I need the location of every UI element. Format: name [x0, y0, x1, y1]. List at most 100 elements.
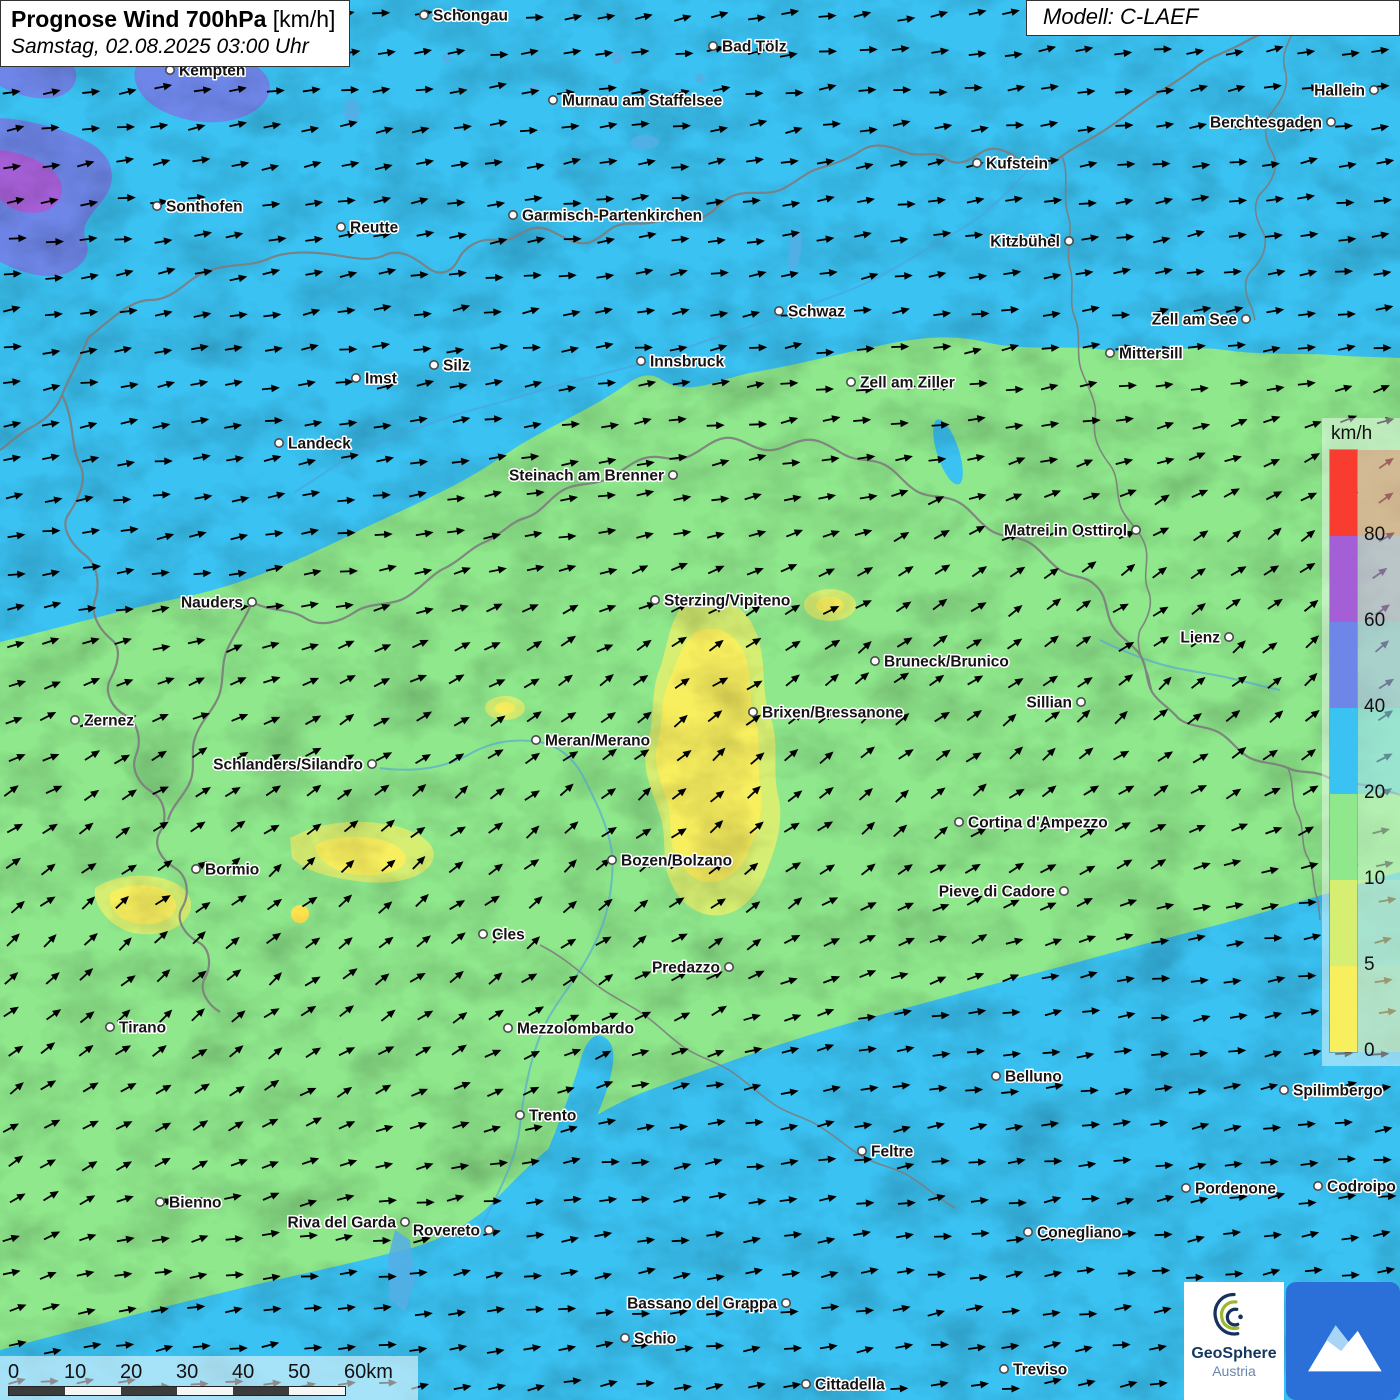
- city-label: Zell am Ziller: [860, 375, 955, 392]
- scale-label: 60km: [344, 1361, 400, 1384]
- city-label: Schio: [634, 1331, 676, 1348]
- city-marker: [973, 159, 981, 167]
- city-marker: [1280, 1086, 1288, 1094]
- city-marker: [479, 930, 487, 938]
- city-label: Trento: [529, 1108, 576, 1125]
- model-label: Modell: C-LAEF: [1026, 0, 1400, 36]
- city-marker: [192, 865, 200, 873]
- city-label: Bozen/Bolzano: [621, 853, 732, 870]
- city-marker: [1132, 526, 1140, 534]
- city-marker: [516, 1111, 524, 1119]
- city-marker: [608, 856, 616, 864]
- city-label: Treviso: [1013, 1362, 1067, 1379]
- city-marker: [504, 1024, 512, 1032]
- city-marker: [337, 223, 345, 231]
- city-marker: [1225, 633, 1233, 641]
- weather-map: SchongauBad TölzKemptenMurnau am Staffel…: [0, 0, 1400, 1400]
- legend-band: [1330, 536, 1357, 622]
- city-label: Imst: [365, 371, 397, 388]
- page-title: Prognose Wind 700hPa [km/h]: [11, 6, 335, 33]
- city-label: Codroipo: [1327, 1179, 1396, 1196]
- city-marker: [485, 1226, 493, 1234]
- city-marker: [637, 357, 645, 365]
- scale-bar-segments: [8, 1386, 346, 1396]
- city-label: Schlanders/Silandro: [213, 757, 363, 774]
- legend-band: [1330, 450, 1357, 536]
- city-marker: [71, 716, 79, 724]
- city-marker: [1065, 237, 1073, 245]
- scale-label: 40: [232, 1361, 288, 1384]
- mountain-logo: [1286, 1282, 1400, 1400]
- city-label: Silz: [443, 358, 470, 375]
- city-label: Sonthofen: [166, 199, 243, 216]
- legend-tick: 40: [1364, 696, 1385, 718]
- city-marker: [1024, 1228, 1032, 1236]
- city-label: Mezzolombardo: [517, 1021, 634, 1038]
- title-text: Prognose Wind 700hPa: [11, 6, 266, 32]
- scale-bar: 0102030405060km: [0, 1356, 418, 1400]
- legend-tick: 80: [1364, 524, 1385, 546]
- city-marker: [669, 471, 677, 479]
- city-label: Cles: [492, 927, 525, 944]
- city-label: Mittersill: [1119, 346, 1183, 363]
- city-label: Pieve di Cadore: [939, 884, 1056, 901]
- legend-band: [1330, 794, 1357, 880]
- city-marker: [420, 11, 428, 19]
- city-marker: [725, 963, 733, 971]
- city-label: Schwaz: [788, 304, 845, 321]
- scale-label: 0: [8, 1361, 64, 1384]
- legend-tick: 5: [1364, 954, 1375, 976]
- scale-label: 30: [176, 1361, 232, 1384]
- title-unit: [km/h]: [273, 6, 336, 32]
- legend-title: km/h: [1331, 423, 1372, 445]
- branding: GeoSphere Austria: [1184, 1282, 1400, 1400]
- city-marker: [709, 42, 717, 50]
- city-marker: [549, 96, 557, 104]
- city-label: Nauders: [181, 595, 243, 612]
- city-marker: [621, 1334, 629, 1342]
- geosphere-logo: GeoSphere Austria: [1184, 1282, 1284, 1400]
- city-marker: [1314, 1182, 1322, 1190]
- brand-country: Austria: [1212, 1363, 1256, 1380]
- city-marker: [955, 818, 963, 826]
- city-marker: [532, 736, 540, 744]
- city-marker: [1000, 1365, 1008, 1373]
- scale-segment: [177, 1387, 233, 1395]
- city-label: Bad Tölz: [722, 39, 787, 56]
- mountain-icon: [1297, 1299, 1389, 1383]
- city-label: Bassano del Grappa: [627, 1296, 777, 1313]
- city-label: Sillian: [1026, 695, 1072, 712]
- scale-label: 50: [288, 1361, 344, 1384]
- city-marker: [430, 361, 438, 369]
- city-marker: [651, 596, 659, 604]
- city-label: Tirano: [119, 1020, 166, 1037]
- city-marker: [802, 1380, 810, 1388]
- city-label: Landeck: [288, 436, 351, 453]
- city-marker: [1327, 118, 1335, 126]
- forecast-header: Prognose Wind 700hPa [km/h] Samstag, 02.…: [0, 0, 350, 67]
- city-label: Meran/Merano: [545, 733, 650, 750]
- city-label: Cittadella: [815, 1377, 885, 1394]
- city-marker: [248, 598, 256, 606]
- scale-segment: [9, 1387, 65, 1395]
- brand-org-name: GeoSphere: [1191, 1345, 1276, 1363]
- legend-band: [1330, 708, 1357, 794]
- scale-segment: [65, 1387, 121, 1395]
- city-label: Sterzing/Vipiteno: [664, 593, 790, 610]
- city-label: Innsbruck: [650, 354, 724, 371]
- city-marker: [992, 1072, 1000, 1080]
- city-marker: [156, 1198, 164, 1206]
- forecast-datetime: Samstag, 02.08.2025 03:00 Uhr: [11, 35, 335, 59]
- city-marker: [401, 1218, 409, 1226]
- geosphere-swirl-icon: [1206, 1287, 1262, 1343]
- city-marker: [1370, 86, 1378, 94]
- city-label: Belluno: [1005, 1069, 1062, 1086]
- city-label: Garmisch-Partenkirchen: [522, 208, 702, 225]
- city-label: Kitzbühel: [990, 234, 1060, 251]
- city-marker: [782, 1299, 790, 1307]
- city-label: Bruneck/Brunico: [884, 654, 1009, 671]
- city-marker: [106, 1023, 114, 1031]
- scale-label: 20: [120, 1361, 176, 1384]
- city-marker: [352, 374, 360, 382]
- legend-band: [1330, 880, 1357, 966]
